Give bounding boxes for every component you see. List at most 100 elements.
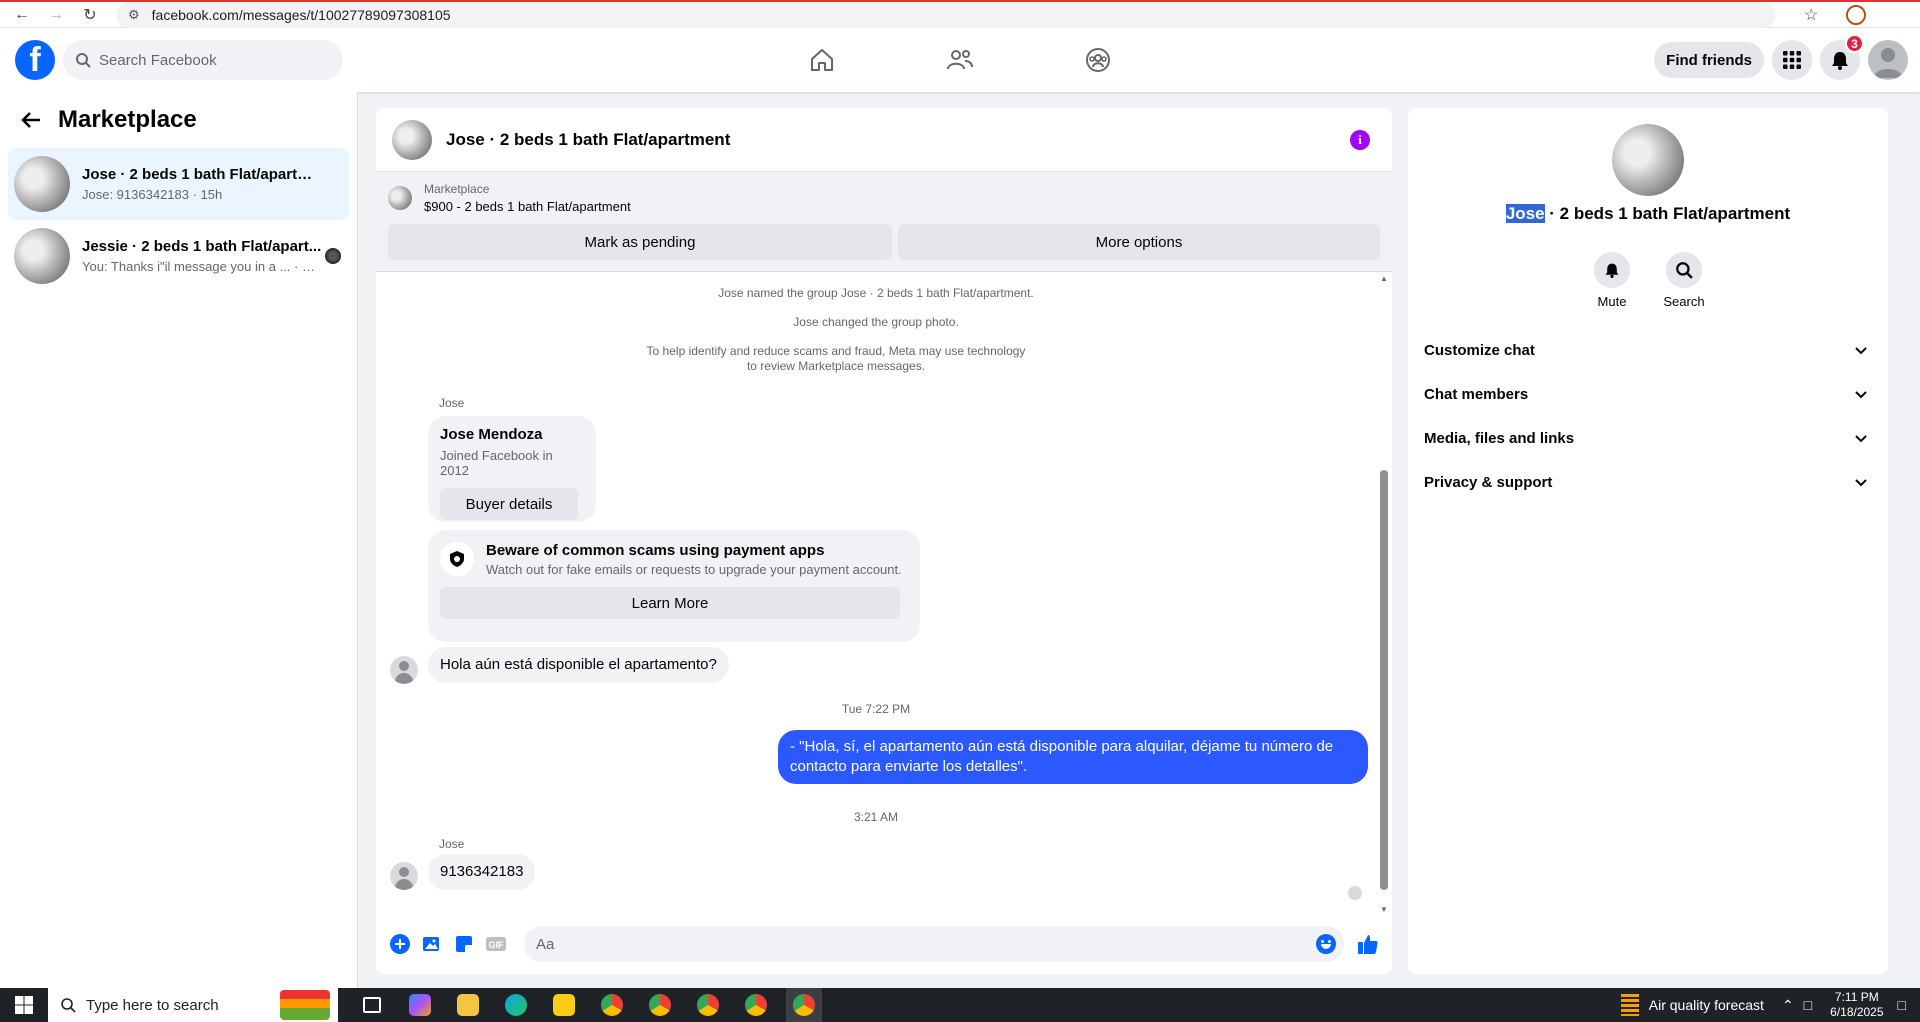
chrome-icon[interactable] (594, 988, 630, 1022)
chevron-down-icon (1855, 435, 1867, 443)
task-view-icon[interactable] (354, 988, 390, 1022)
mark-as-pending-button[interactable]: Mark as pending (388, 224, 892, 260)
system-message: Jose named the group Jose · 2 beds 1 bat… (718, 286, 1034, 300)
sticky-notes-icon[interactable] (546, 988, 582, 1022)
menu-label: Media, files and links (1424, 429, 1575, 447)
sender-avatar[interactable] (390, 656, 418, 684)
conversation-item[interactable]: Jose · 2 beds 1 bath Flat/apartment Jose… (8, 148, 349, 220)
scroll-thumb[interactable] (1380, 470, 1388, 890)
copilot-icon[interactable] (402, 988, 438, 1022)
chat-panel: Jose · 2 beds 1 bath Flat/apartment i Ma… (376, 108, 1392, 974)
more-options-button[interactable]: More options (897, 224, 1380, 260)
media-files-links-item[interactable]: Media, files and links (1424, 416, 1876, 460)
buyer-profile-card: Jose Mendoza Joined Facebook in 2012 Buy… (428, 416, 596, 522)
sidebar-title: Marketplace (58, 106, 197, 133)
chevron-up-icon[interactable]: ⌃ (1782, 997, 1794, 1014)
mute-button[interactable]: Mute (1591, 252, 1633, 309)
facebook-logo-icon[interactable]: f (15, 40, 55, 80)
buyer-details-button[interactable]: Buyer details (440, 488, 578, 520)
conversation-preview: Jose: 9136342183 · 15h (82, 187, 223, 202)
info-actions: Mute Search (1408, 252, 1888, 309)
facebook-header: f Search Facebook Find friends 3 (0, 28, 1920, 92)
system-message: Jose changed the group photo. (793, 315, 959, 329)
chrome-icon[interactable] (738, 988, 774, 1022)
conversation-preview: You: Thanks i"il message you in a ... · … (82, 259, 322, 274)
search-icon (61, 998, 76, 1013)
chrome-icon[interactable] (786, 988, 822, 1022)
notification-center-icon[interactable]: □ (1898, 997, 1906, 1013)
svg-text:GIF: GIF (489, 940, 505, 950)
conversation-thumbnail (14, 156, 70, 212)
scroll-down-icon[interactable]: ▼ (1380, 905, 1388, 914)
bookmark-star-icon[interactable]: ☆ (1804, 5, 1818, 25)
message-composer: GIF Aa (376, 914, 1392, 974)
group-name-highlight: Jose (1505, 204, 1545, 223)
scroll-up-icon[interactable]: ▲ (1380, 274, 1388, 283)
chevron-down-icon (1855, 391, 1867, 399)
photo-icon[interactable] (416, 928, 448, 960)
chat-members-item[interactable]: Chat members (1424, 372, 1876, 416)
message-input[interactable]: Aa (524, 926, 1344, 962)
incoming-message[interactable]: Hola aún está disponible el apartamento? (428, 647, 729, 683)
find-friends-button[interactable]: Find friends (1654, 42, 1764, 78)
reload-icon[interactable]: ↻ (78, 3, 102, 27)
site-settings-icon[interactable]: ⚙ (128, 7, 140, 23)
clock-date: 6/18/2025 (1830, 1005, 1884, 1019)
forward-icon[interactable]: → (44, 3, 68, 27)
home-icon[interactable] (798, 28, 846, 92)
sender-avatar[interactable] (390, 862, 418, 890)
info-icon[interactable]: i (1350, 130, 1370, 150)
notifications-bell-icon[interactable]: 3 (1820, 34, 1864, 80)
chrome-icon[interactable] (690, 988, 726, 1022)
buyer-name: Jose Mendoza (440, 426, 543, 443)
chrome-icon[interactable] (642, 988, 678, 1022)
group-name-rest: · 2 beds 1 bath Flat/apartment (1544, 204, 1791, 223)
taskbar-search-placeholder: Type here to search (86, 996, 219, 1014)
chat-header: Jose · 2 beds 1 bath Flat/apartment i (376, 108, 1392, 172)
groups-icon[interactable] (1074, 28, 1122, 92)
account-avatar[interactable] (1868, 40, 1908, 80)
conversation-name: Jose · 2 beds 1 bath Flat/apartment (82, 166, 322, 183)
taskbar-search-input[interactable]: Type here to search (48, 988, 338, 1022)
conversation-item[interactable]: Jessie · 2 beds 1 bath Flat/apart... You… (8, 220, 349, 292)
system-message: To help identify and reduce scams and fr… (646, 344, 1026, 373)
learn-more-button[interactable]: Learn More (440, 587, 900, 619)
browser-profile-icon[interactable] (1846, 4, 1867, 25)
weather-text[interactable]: Air quality forecast (1649, 997, 1764, 1013)
chat-thumbnail[interactable] (392, 119, 432, 160)
search-icon (76, 53, 91, 68)
thread-scrollbar[interactable]: ▲ ▼ (1380, 274, 1388, 914)
search-in-chat-button[interactable]: Search (1663, 252, 1705, 309)
incoming-message[interactable]: 9136342183 (428, 854, 536, 890)
edge-icon[interactable] (498, 988, 534, 1022)
chat-title[interactable]: Jose · 2 beds 1 bath Flat/apartment (446, 130, 730, 150)
outgoing-message[interactable]: - "Hola, sí, el apartamento aún está dis… (778, 730, 1368, 784)
network-icon[interactable]: □ (1804, 997, 1812, 1013)
mute-label: Mute (1597, 294, 1627, 309)
windows-taskbar: Type here to search Air quality forecast… (0, 988, 1920, 1022)
facebook-search-input[interactable]: Search Facebook (63, 40, 343, 80)
chevron-down-icon (1855, 479, 1867, 487)
address-bar[interactable]: ⚙ facebook.com/messages/t/10027789097308… (116, 1, 1776, 28)
emoji-icon[interactable] (1316, 934, 1336, 954)
scam-subtitle: Watch out for fake emails or requests to… (486, 562, 902, 577)
windows-start-icon[interactable] (0, 988, 48, 1022)
gif-icon[interactable]: GIF (480, 928, 512, 960)
weather-icon[interactable] (1620, 994, 1639, 1016)
privacy-support-item[interactable]: Privacy & support (1424, 460, 1876, 504)
back-icon[interactable]: ← (10, 3, 34, 27)
menu-grid-icon[interactable] (1772, 40, 1812, 80)
conversation-name: Jessie · 2 beds 1 bath Flat/apart... (82, 238, 322, 255)
listing-thumbnail[interactable] (388, 186, 412, 210)
listing-title[interactable]: $900 - 2 beds 1 bath Flat/apartment (424, 199, 631, 214)
group-photo[interactable] (1612, 124, 1684, 196)
file-explorer-icon[interactable] (450, 988, 486, 1022)
friends-icon[interactable] (936, 28, 984, 92)
sticker-icon[interactable] (448, 928, 480, 960)
clock[interactable]: 7:11 PM 6/18/2025 (1830, 990, 1883, 1020)
search-label: Search (1663, 294, 1705, 309)
plus-icon[interactable] (384, 928, 416, 960)
thumbs-up-icon[interactable] (1352, 928, 1384, 960)
back-arrow-icon[interactable] (20, 109, 42, 131)
customize-chat-item[interactable]: Customize chat (1424, 328, 1876, 372)
